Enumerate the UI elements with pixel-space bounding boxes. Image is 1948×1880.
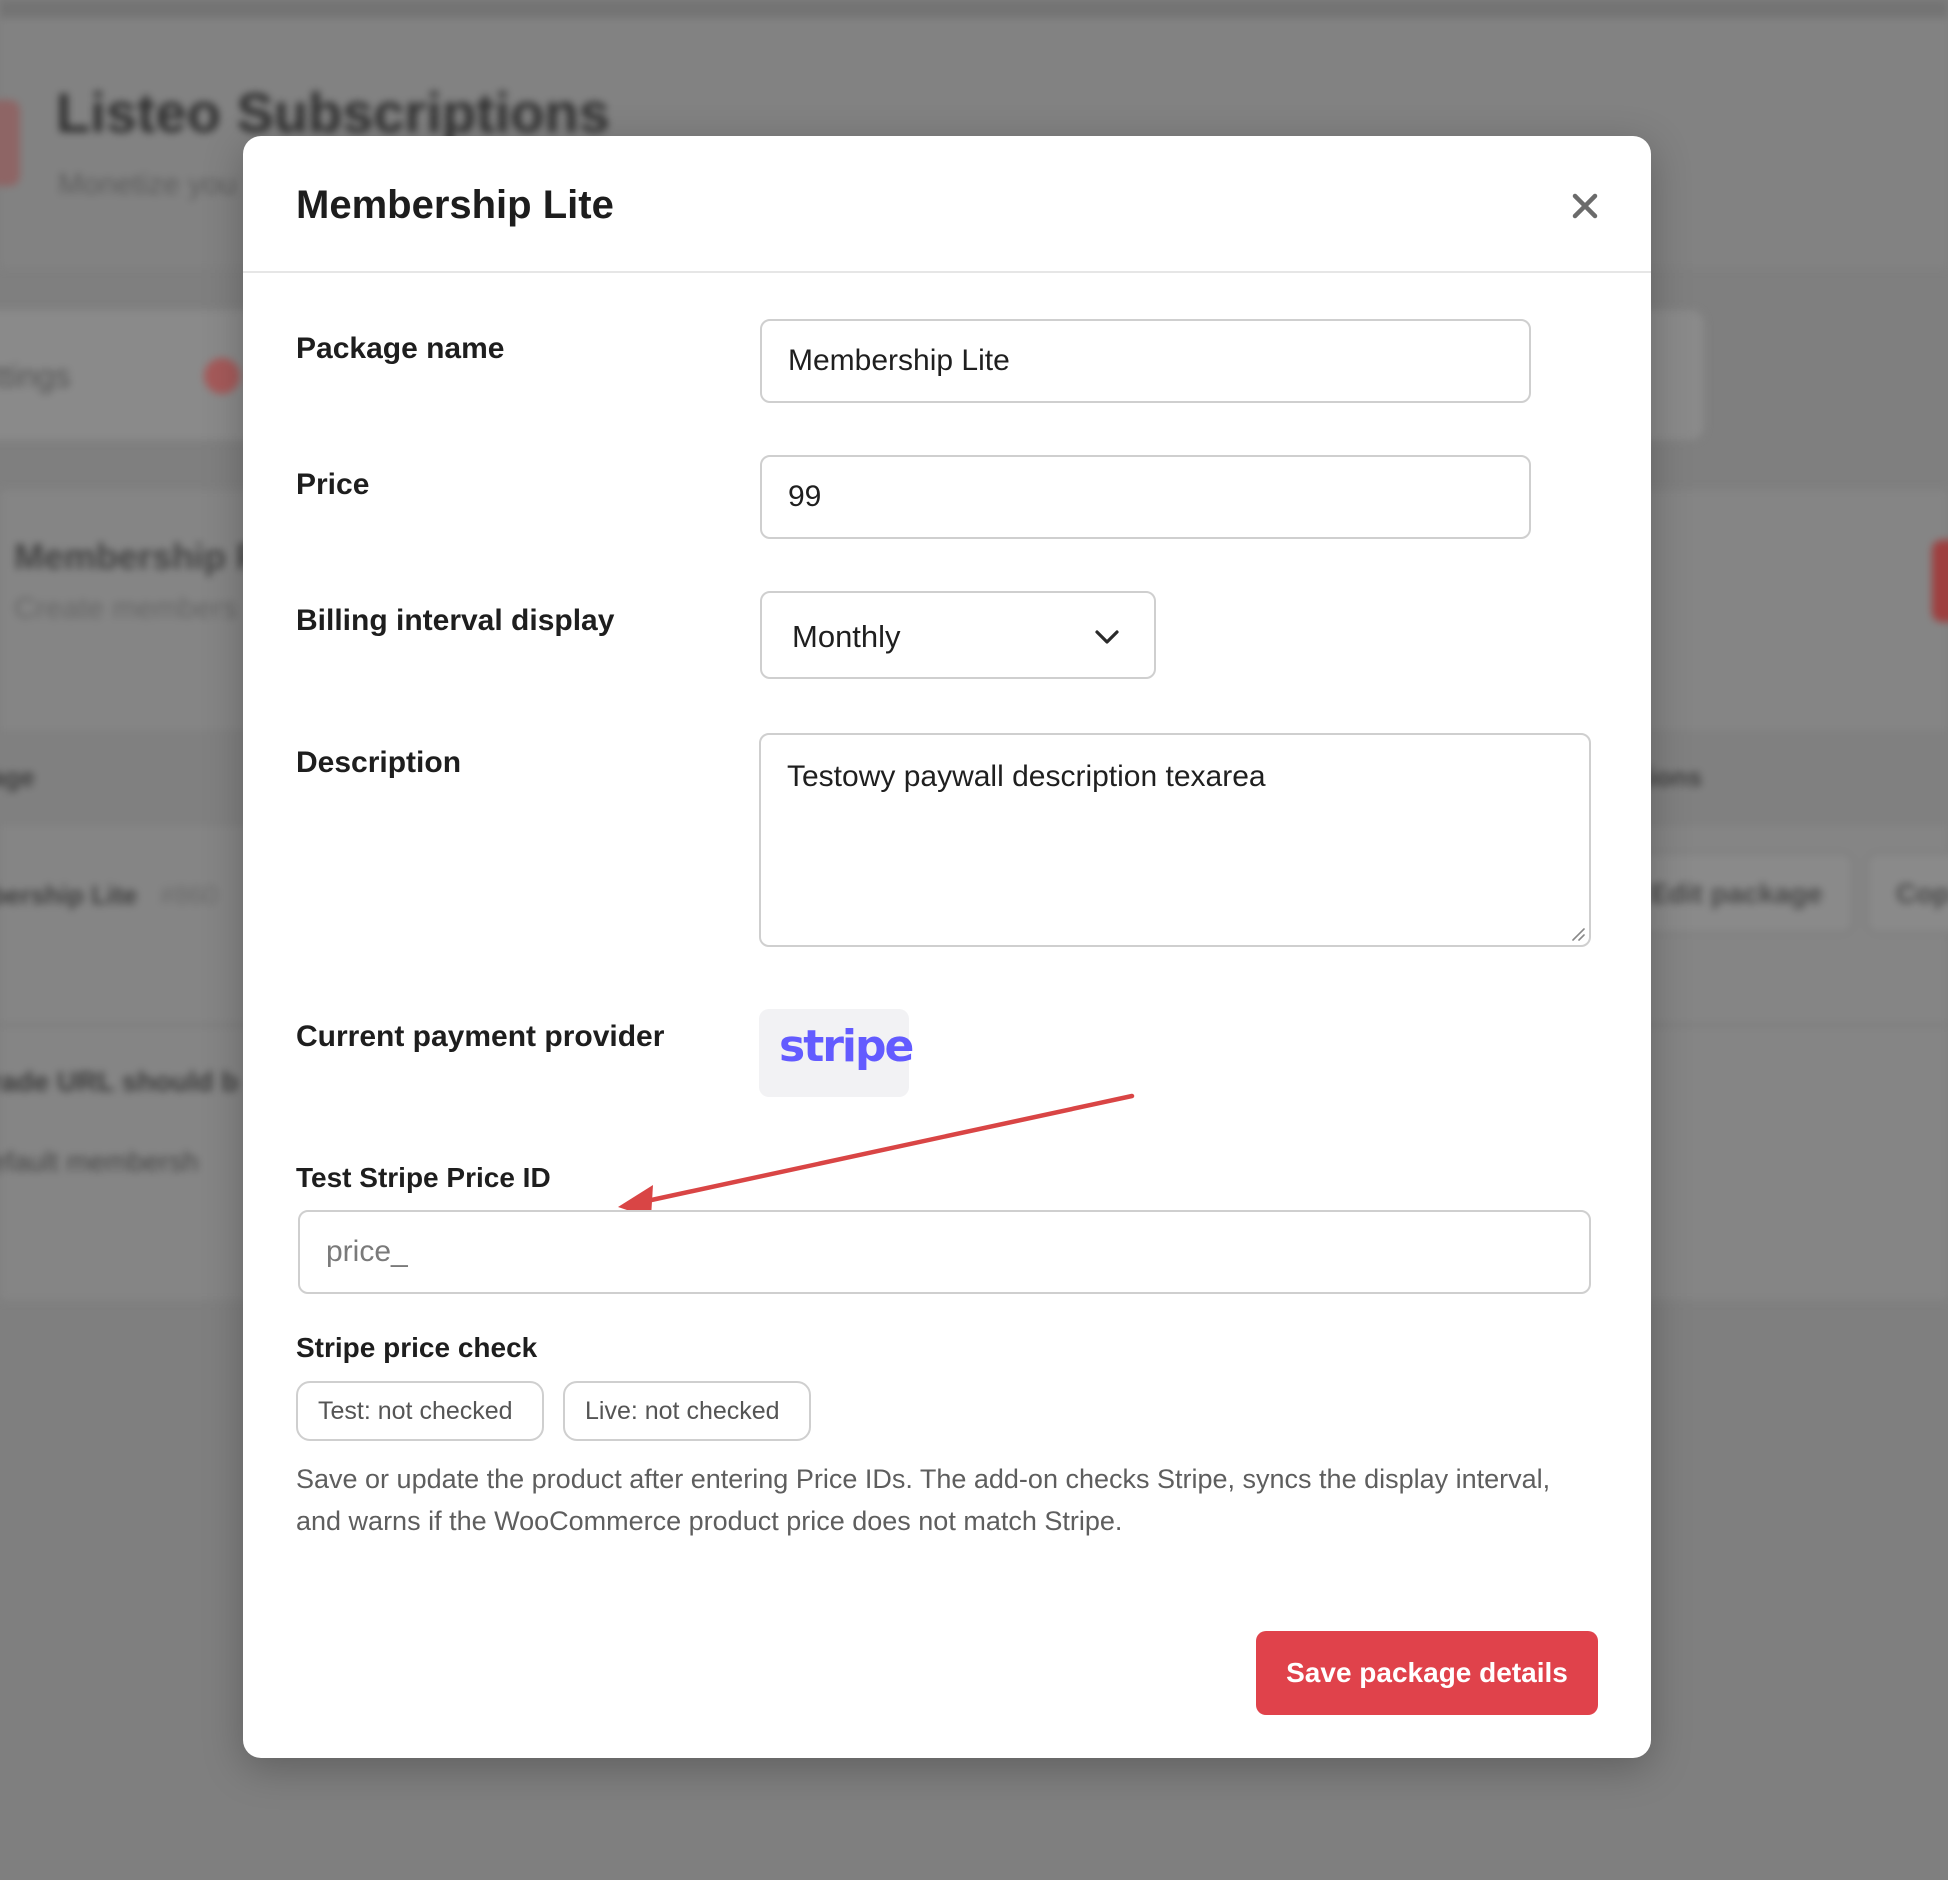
test-status-badge: Test: not checked — [296, 1381, 544, 1441]
upgrade-url-note: rade URL should b — [0, 1066, 239, 1097]
description-textarea[interactable]: Testowy paywall description texarea — [761, 735, 1589, 945]
table-row-name: bership Lite — [0, 880, 138, 910]
copy-label: Cop — [1896, 878, 1948, 909]
price-check-help-text: Save or update the product after enterin… — [296, 1464, 1551, 1536]
chevron-down-icon — [1092, 623, 1122, 651]
price-input[interactable] — [760, 455, 1531, 539]
close-icon[interactable] — [1565, 186, 1605, 226]
save-package-details-button[interactable]: Save package details — [1256, 1631, 1598, 1715]
billing-interval-label: Billing interval display — [296, 604, 615, 637]
package-name-input[interactable] — [760, 319, 1531, 403]
description-label: Description — [296, 746, 462, 779]
column-package: age — [0, 762, 35, 792]
billing-interval-value: Monthly — [792, 619, 901, 654]
test-stripe-price-id-input[interactable] — [298, 1210, 1591, 1294]
modal-title: Membership Lite — [296, 183, 614, 227]
package-name-label: Package name — [296, 332, 505, 365]
default-membership-note: efault membersh — [0, 1146, 199, 1177]
section-title: Membership P — [14, 536, 261, 577]
stripe-price-check-label: Stripe price check — [296, 1332, 538, 1363]
app-subtitle: Monetize you — [58, 168, 237, 201]
payment-provider-label: Current payment provider — [296, 1020, 665, 1053]
live-status-badge: Live: not checked — [563, 1381, 811, 1441]
top-bar — [0, 0, 1948, 18]
add-package-button — [1932, 540, 1948, 622]
resize-handle-icon[interactable] — [1569, 925, 1585, 941]
section-subtitle: Create members — [14, 592, 238, 625]
test-stripe-price-id-label: Test Stripe Price ID — [296, 1162, 551, 1193]
tab-settings: ttings — [0, 358, 71, 394]
edit-package-modal: Membership Lite Package name Price Billi… — [243, 136, 1651, 1758]
edit-package-label: Edit package — [1650, 878, 1823, 909]
table-row-id: #860 — [160, 880, 218, 910]
tab-icon — [204, 358, 240, 394]
description-field: Testowy paywall description texarea — [759, 733, 1591, 947]
app-logo — [0, 100, 20, 186]
modal-header: Membership Lite — [243, 136, 1651, 273]
test-status-text: Test: not checked — [318, 1396, 513, 1425]
live-status-text: Live: not checked — [585, 1396, 780, 1425]
price-label: Price — [296, 468, 370, 501]
billing-interval-select[interactable]: Monthly — [760, 591, 1156, 679]
stripe-logo: stripe — [779, 1021, 914, 1072]
payment-provider-badge: stripe — [759, 1009, 914, 1097]
